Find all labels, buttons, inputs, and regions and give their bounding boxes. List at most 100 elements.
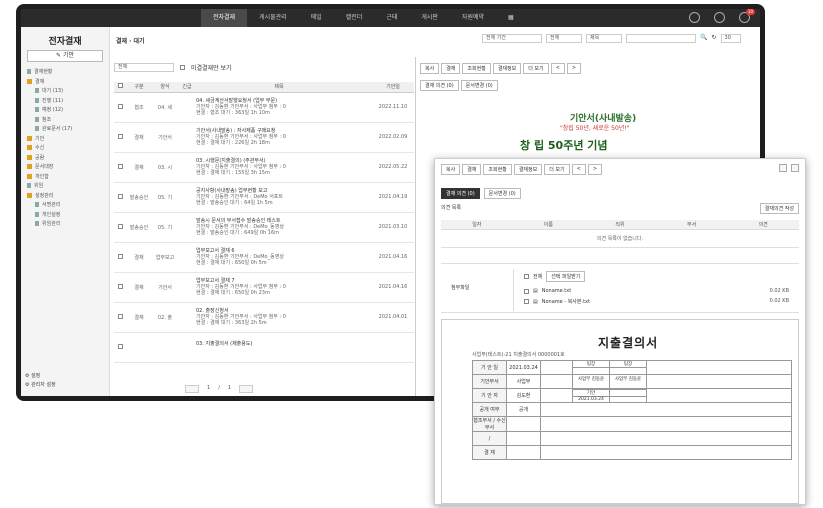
row-subject[interactable]: 02. 출장신청서 기안자 : 김동환 기안부서 : 사업부 첨부 : 0 현결 :… bbox=[196, 302, 362, 333]
toolbar-button[interactable]: 결재 의견 (0) bbox=[420, 80, 459, 91]
sidebar-item[interactable]: 위임 bbox=[25, 182, 105, 192]
page-size-select[interactable]: 30 bbox=[720, 34, 741, 43]
toolbar-button[interactable]: > bbox=[587, 164, 603, 175]
row-checkbox[interactable] bbox=[114, 332, 126, 363]
table-row[interactable]: 03. 지출결의서 (제출용도) bbox=[114, 332, 414, 363]
row-checkbox[interactable] bbox=[114, 272, 126, 303]
sidebar-item[interactable]: 개인함 bbox=[25, 173, 105, 183]
topnav-resource[interactable]: 자원예약 bbox=[450, 9, 496, 27]
table-row[interactable]: 협조 04. 세 04. 세금계산서발행요청서 (업무 부문) 기안자 : 김동환 기… bbox=[114, 92, 414, 123]
sidebar-item[interactable]: 기안 bbox=[25, 135, 105, 145]
column-header[interactable]: 긴급 bbox=[178, 82, 196, 93]
row-subject[interactable]: 발송시 문서의 부서접수 발송승인 테스트 기안자 : 김동환 기안부서 : De… bbox=[196, 212, 362, 243]
period-select[interactable]: 전체 기간 bbox=[482, 34, 542, 43]
row-checkbox[interactable] bbox=[114, 122, 126, 153]
next-page-button[interactable] bbox=[239, 385, 254, 393]
write-opinion-button[interactable]: 결재의견 작성 bbox=[759, 203, 799, 214]
column-header[interactable]: 제목 bbox=[196, 82, 362, 93]
toolbar-button[interactable]: 문서변경 (0) bbox=[460, 80, 498, 91]
sidebar-item[interactable]: 진행 (11) bbox=[25, 97, 105, 107]
table-row[interactable]: 결재 03. 시 03. 시행문(지출결의) (주관부서) 기안자 : 김동환 기안부… bbox=[114, 152, 414, 183]
toolbar-button[interactable]: 결재정보 bbox=[513, 164, 543, 175]
table-row[interactable]: 결재 업무보고 업무보고서 결재 6 기안자 : 김동환 기안부서 : DeMo_동영… bbox=[114, 242, 414, 273]
toolbar-button[interactable]: 결재 bbox=[462, 164, 482, 175]
sidebar-item[interactable]: 위임관리 bbox=[25, 220, 105, 230]
row-checkbox[interactable] bbox=[114, 242, 126, 273]
toolbar-button[interactable]: 조회현황 bbox=[462, 63, 491, 74]
attach-all-checkbox[interactable] bbox=[524, 274, 529, 279]
column-header[interactable]: 기안일 bbox=[372, 82, 414, 93]
unread-checkbox[interactable] bbox=[180, 65, 185, 70]
close-icon[interactable] bbox=[791, 164, 799, 172]
select-all-checkbox[interactable] bbox=[114, 82, 126, 93]
file-name[interactable]: Noname - 복사본.txt bbox=[542, 298, 590, 305]
row-checkbox[interactable] bbox=[114, 302, 126, 333]
file-name[interactable]: Noname.txt bbox=[542, 288, 571, 294]
topnav-attendance[interactable]: 근태 bbox=[374, 9, 409, 27]
toolbar-button[interactable]: < bbox=[550, 63, 565, 74]
toolbar-button[interactable]: > bbox=[566, 63, 582, 74]
refresh-icon[interactable]: ↻ bbox=[711, 34, 716, 43]
sidebar-item[interactable]: 결재 bbox=[25, 78, 105, 88]
toolbar-button[interactable]: 결재 bbox=[441, 63, 461, 74]
print-icon[interactable] bbox=[779, 164, 787, 172]
chat-icon[interactable] bbox=[714, 12, 725, 23]
sidebar-item[interactable]: 결재현황 bbox=[25, 68, 105, 78]
table-row[interactable]: 결재 기안서 업무보고서 결재 7 기안자 : 김동환 기안부서 : 사업부 첨부 :… bbox=[114, 272, 414, 303]
row-subject[interactable]: 03. 시행문(지출결의) (주관부서) 기안자 : 김동환 기안부서 : 사업부… bbox=[196, 152, 362, 183]
draft-button[interactable]: ✎ 기안 bbox=[27, 50, 103, 62]
table-row[interactable]: 발송승인 05. 기 공지사항(사내발송) 업무현황 보고 기안자 : 김동환 기안부… bbox=[114, 182, 414, 213]
toolbar-button[interactable]: 더 보기 bbox=[523, 63, 549, 74]
tab-changes[interactable]: 문서변경 (0) bbox=[483, 188, 521, 199]
attach-file-row[interactable]: ▤ Noname - 복사본.txt bbox=[524, 298, 590, 305]
column-header[interactable]: 구분 bbox=[126, 82, 152, 93]
sidebar-item[interactable]: 공람 bbox=[25, 154, 105, 164]
prev-page-button[interactable] bbox=[185, 385, 199, 393]
topnav-board[interactable]: 게시판 bbox=[409, 9, 450, 27]
table-row[interactable]: 결재 기안서 기안서(사내발송) : 자사제품 구매요청 기안자 : 김동환 기안부서… bbox=[114, 122, 414, 153]
toolbar-button[interactable]: < bbox=[571, 164, 586, 175]
toolbar-button[interactable]: 복사 bbox=[441, 164, 461, 175]
settings-link[interactable]: ⚙ 설정 bbox=[25, 372, 56, 381]
row-subject[interactable]: 업무보고서 결재 7 기안자 : 김동환 기안부서 : 사업부 첨부 : 0 현결 … bbox=[196, 272, 362, 303]
search-input[interactable] bbox=[626, 34, 696, 43]
file-checkbox[interactable] bbox=[524, 288, 529, 294]
column-header[interactable]: 양식 bbox=[152, 82, 178, 93]
row-subject[interactable]: 업무보고서 결재 6 기안자 : 김동환 기안부서 : DeMo_동영상 현결 : … bbox=[196, 242, 362, 273]
column-header[interactable] bbox=[362, 82, 372, 93]
sidebar-item[interactable]: 설정관리 bbox=[25, 192, 105, 202]
attach-file-row[interactable]: ▤ Noname.txt bbox=[524, 288, 571, 294]
sidebar-item[interactable]: 대기 (13) bbox=[25, 87, 105, 97]
sidebar-item[interactable]: 개인설정 bbox=[25, 211, 105, 221]
topnav-mail[interactable]: 메일 bbox=[299, 9, 334, 27]
toolbar-button[interactable]: 결재정보 bbox=[492, 63, 522, 74]
admin-settings-link[interactable]: ⚙ 관리자 설정 bbox=[25, 381, 56, 390]
row-subject[interactable]: 04. 세금계산서발행요청서 (업무 부문) 기안자 : 김동환 기안부서 : 사… bbox=[196, 92, 362, 123]
sidebar-item[interactable]: 완료문서 (17) bbox=[25, 125, 105, 135]
toolbar-button[interactable]: 더 보기 bbox=[544, 164, 570, 175]
toolbar-button[interactable]: 복사 bbox=[420, 63, 440, 74]
sidebar-item[interactable]: 예정 (12) bbox=[25, 106, 105, 116]
sidebar-item[interactable]: 참조 bbox=[25, 116, 105, 126]
topnav-approval[interactable]: 전자결재 bbox=[201, 9, 248, 27]
apps-grid-icon[interactable]: ▦ bbox=[496, 9, 526, 27]
toolbar-button[interactable]: 조회현황 bbox=[483, 164, 512, 175]
tab-opinions[interactable]: 결재 의견 (0) bbox=[441, 188, 480, 199]
sidebar-item[interactable]: 문서대장 bbox=[25, 163, 105, 173]
sidebar-item[interactable]: 수신 bbox=[25, 144, 105, 154]
topnav-post[interactable]: 게시물관리 bbox=[247, 9, 299, 27]
row-checkbox[interactable] bbox=[114, 182, 126, 213]
file-checkbox[interactable] bbox=[524, 299, 529, 304]
filter-select[interactable]: 전체 bbox=[114, 63, 174, 72]
table-row[interactable]: 발송승인 05. 기 발송시 문서의 부서접수 발송승인 테스트 기안자 : 김동환 … bbox=[114, 212, 414, 243]
row-subject[interactable]: 기안서(사내발송) : 자사제품 구매요청 기안자 : 김동환 기안부서 : 사업… bbox=[196, 122, 362, 153]
row-checkbox[interactable] bbox=[114, 92, 126, 123]
download-selected-button[interactable]: 선택 파일받기 bbox=[546, 271, 586, 282]
row-subject-title[interactable]: 03. 지출결의서 (제출용도) bbox=[196, 341, 252, 347]
sidebar-item[interactable]: 서명관리 bbox=[25, 201, 105, 211]
field-select[interactable]: 제목 bbox=[586, 34, 622, 43]
row-subject[interactable]: 03. 지출결의서 (제출용도) bbox=[196, 332, 362, 363]
type-select[interactable]: 전체 bbox=[546, 34, 582, 43]
profile-icon[interactable] bbox=[689, 12, 700, 23]
table-row[interactable]: 결재 02. 출 02. 출장신청서 기안자 : 김동환 기안부서 : 사업부 첨부 … bbox=[114, 302, 414, 333]
